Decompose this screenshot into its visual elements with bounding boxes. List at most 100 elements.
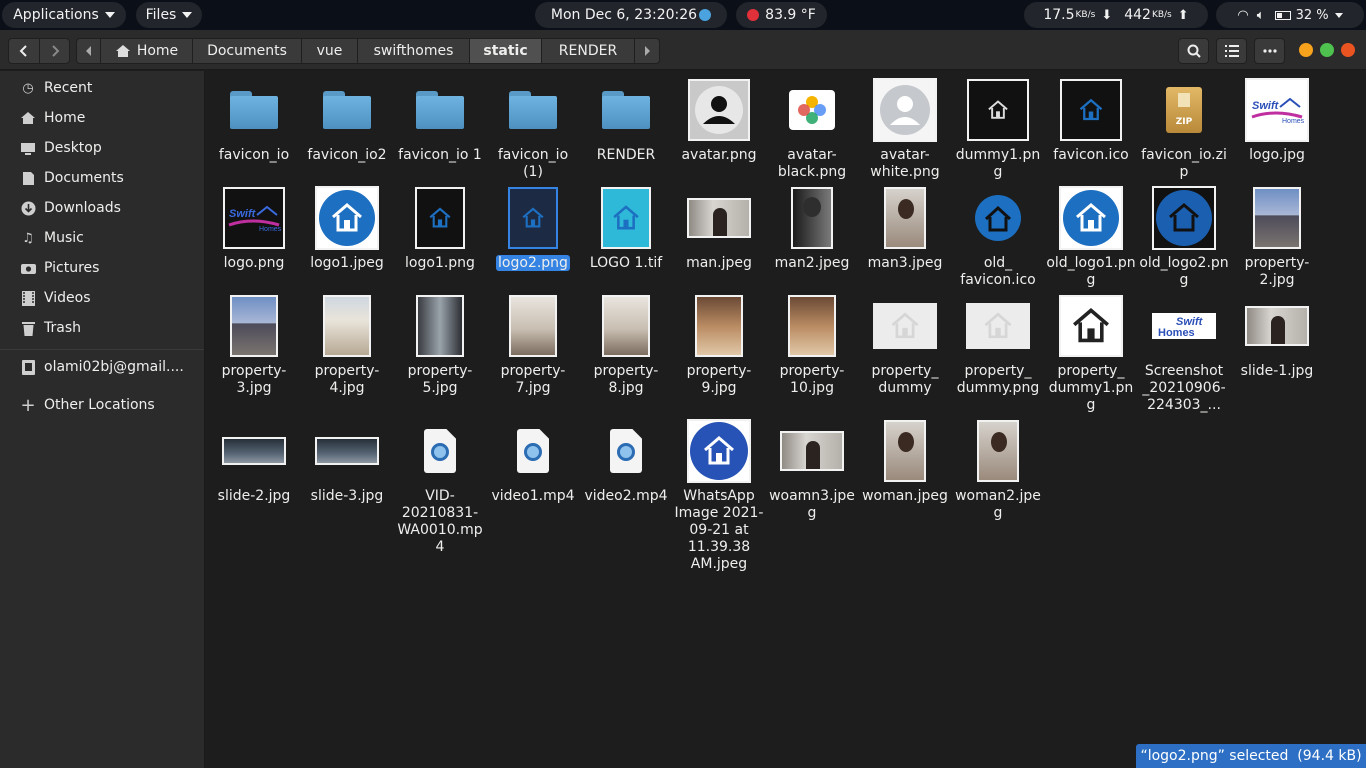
system-menu[interactable]: ◠ 🔈︎ 32 %	[1216, 2, 1364, 28]
minimize-button[interactable]	[1299, 43, 1313, 57]
search-button[interactable]	[1178, 38, 1209, 64]
item-label-text: logo.png	[223, 255, 285, 271]
files-app-menu[interactable]: Files	[136, 2, 202, 28]
photo-thumbnail	[602, 295, 650, 357]
sidebar-item-label: Recent	[44, 80, 93, 96]
sidebar-item-home[interactable]: Home	[0, 103, 204, 133]
item-label-text: video2.mp4	[584, 488, 668, 504]
svg-text:Homes: Homes	[1282, 118, 1304, 125]
crumb-vue[interactable]: vue	[302, 38, 358, 64]
item-label: property-5.jpg	[394, 363, 486, 397]
item-label: man3.jpeg	[859, 255, 951, 272]
crumb-label: vue	[316, 43, 343, 59]
svg-text:Homes: Homes	[1158, 327, 1195, 338]
item-label-text: old_logo2.png	[1139, 255, 1229, 288]
account-icon	[20, 359, 36, 375]
item-thumbnail	[1045, 292, 1137, 360]
item-label-text: man3.jpeg	[867, 255, 943, 271]
music-icon: ♫	[22, 230, 34, 246]
item-thumbnail	[208, 76, 300, 144]
sidebar-item-pictures[interactable]: Pictures	[0, 253, 204, 283]
item-label-text: video1.mp4	[491, 488, 575, 504]
documents-icon	[20, 170, 36, 186]
item-label-text: Screenshot _20210906-224303_...	[1142, 363, 1226, 413]
sidebar-item-online-account[interactable]: olami02bj@gmail....	[0, 352, 204, 382]
photo-thumbnail	[687, 198, 751, 238]
sidebar-item-music[interactable]: ♫ Music	[0, 223, 204, 253]
item-label: woman2.jpeg	[952, 488, 1044, 522]
crumb-swifthomes[interactable]: swifthomes	[358, 38, 470, 64]
more-icon	[1262, 49, 1277, 53]
item-thumbnail	[859, 76, 951, 144]
item-label-text: property-7.jpg	[500, 363, 566, 396]
item-label: slide-3.jpg	[301, 488, 393, 505]
svg-text:Homes: Homes	[259, 226, 281, 233]
item-label-text: slide-1.jpg	[1240, 363, 1314, 379]
logo-thumbnail	[315, 186, 379, 250]
videos-icon	[20, 290, 36, 306]
item-thumbnail	[673, 76, 765, 144]
sidebar-item-downloads[interactable]: Downloads	[0, 193, 204, 223]
item-label-text: property-3.jpg	[221, 363, 287, 396]
crumb-documents[interactable]: Documents	[193, 38, 302, 64]
weather-indicator[interactable]: 83.9 °F	[736, 2, 827, 28]
maximize-button[interactable]	[1320, 43, 1334, 57]
logo-thumbnail	[415, 187, 465, 249]
item-label-text: property_ dummy.png	[956, 363, 1040, 396]
placeholder-thumbnail	[966, 303, 1030, 349]
photos-app-icon	[789, 90, 835, 130]
photo-thumbnail	[780, 431, 844, 471]
item-thumbnail	[394, 76, 486, 144]
sidebar-item-other-locations[interactable]: + Other Locations	[0, 390, 204, 420]
back-button[interactable]	[8, 38, 40, 64]
photo-thumbnail	[222, 437, 286, 465]
photo-thumbnail	[1253, 187, 1301, 249]
photo-thumbnail	[509, 295, 557, 357]
menu-button[interactable]	[1254, 38, 1285, 64]
item-label: property-8.jpg	[580, 363, 672, 397]
file-icon-view[interactable]: favicon_io favicon_io2 favicon_io 1 favicon…	[206, 71, 1366, 768]
sidebar-item-documents[interactable]: Documents	[0, 163, 204, 193]
pathbar-scroll-left[interactable]	[76, 38, 101, 64]
sidebar-item-videos[interactable]: Videos	[0, 283, 204, 313]
item-thumbnail	[487, 76, 579, 144]
crumb-static[interactable]: static	[470, 38, 542, 64]
view-toggle-button[interactable]	[1216, 38, 1247, 64]
notification-icon	[699, 9, 712, 21]
network-speed[interactable]: 17.5 KB/s ⬇ 442 KB/s ⬆	[1024, 2, 1208, 28]
item-thumbnail	[766, 76, 858, 144]
item-thumbnail	[673, 417, 765, 485]
clock-text: Mon Dec 6, 23:20:26	[550, 7, 698, 23]
wifi-icon: ◠	[1237, 7, 1249, 23]
arrow-down-icon: ⬇	[1101, 7, 1113, 23]
item-label-text: LOGO 1.tif	[589, 255, 663, 271]
clock[interactable]: Mon Dec 6, 23:20:26	[535, 2, 727, 28]
sidebar-item-desktop[interactable]: Desktop	[0, 133, 204, 163]
list-view-icon	[1224, 45, 1239, 57]
crumb-home[interactable]: Home	[101, 38, 193, 64]
item-label-text: favicon_io.zip	[1141, 147, 1227, 180]
item-label-text: property-9.jpg	[686, 363, 752, 396]
forward-button[interactable]	[39, 38, 70, 64]
folder-icon	[230, 91, 278, 129]
item-label: LOGO 1.tif	[580, 255, 672, 272]
item-label: slide-2.jpg	[208, 488, 300, 505]
close-button[interactable]	[1341, 43, 1355, 57]
chevron-down-icon	[1334, 12, 1343, 18]
sidebar-item-recent[interactable]: ◷ Recent	[0, 73, 204, 103]
pathbar-scroll-right[interactable]	[635, 38, 660, 64]
applications-menu[interactable]: Applications	[2, 2, 126, 28]
item-label: property-3.jpg	[208, 363, 300, 397]
crumb-render[interactable]: RENDER	[542, 38, 635, 64]
download-unit: KB/s	[1075, 10, 1096, 20]
item-thumbnail	[301, 292, 393, 360]
sidebar-item-label: Other Locations	[44, 397, 155, 413]
item-label-text: logo1.png	[405, 255, 475, 271]
item-label-text: property-2.jpg	[1244, 255, 1310, 288]
item-thumbnail	[208, 292, 300, 360]
avatar-thumbnail	[688, 79, 750, 141]
item-label-text: woman2.jpeg	[955, 488, 1041, 521]
item-thumbnail	[487, 292, 579, 360]
sidebar-item-trash[interactable]: Trash	[0, 313, 204, 343]
folder-icon	[602, 91, 650, 129]
